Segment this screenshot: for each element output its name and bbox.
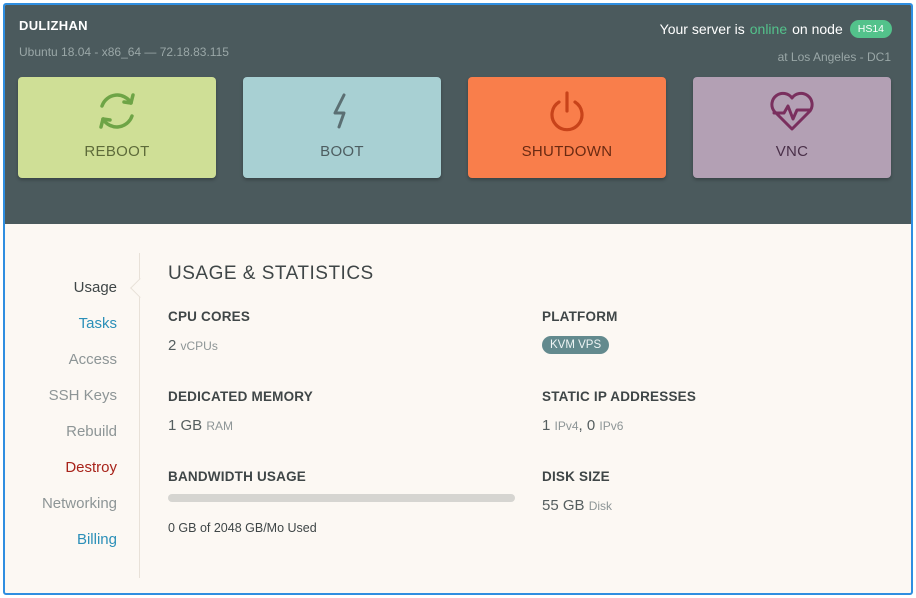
boot-label: BOOT — [320, 143, 364, 160]
server-panel: DULIZHAN Ubuntu 18.04 - x86_64 — 72.18.8… — [3, 3, 913, 595]
server-header: DULIZHAN Ubuntu 18.04 - x86_64 — 72.18.8… — [5, 5, 911, 224]
lightning-icon — [243, 89, 441, 133]
ipv4-unit: IPv4 — [554, 419, 579, 433]
memory-amount: 1 GB — [168, 417, 203, 434]
ipv6-count: 0 — [586, 417, 596, 434]
ip-addresses-label: STATIC IP ADDRESSES — [542, 389, 697, 404]
sidebar-item-tasks[interactable]: Tasks — [79, 315, 117, 332]
reboot-label: REBOOT — [84, 143, 150, 160]
ip-addresses-value: 1 IPv4, 0 IPv6 — [542, 417, 624, 434]
ipv4-count: 1 — [542, 417, 551, 434]
reboot-button[interactable]: REBOOT — [18, 77, 216, 178]
page-title: USAGE & STATISTICS — [168, 263, 374, 284]
sidebar-item-access[interactable]: Access — [69, 351, 117, 368]
sidebar-item-destroy[interactable]: Destroy — [65, 459, 117, 476]
sidebar-item-ssh-keys[interactable]: SSH Keys — [49, 387, 117, 404]
node-badge: HS14 — [849, 20, 892, 38]
cpu-cores-label: CPU CORES — [168, 309, 251, 324]
server-status: Your server is online on node HS14 — [660, 20, 892, 38]
sidebar-item-billing[interactable]: Billing — [77, 531, 117, 548]
sidebar-item-usage[interactable]: Usage — [74, 279, 117, 296]
boot-button[interactable]: BOOT — [243, 77, 441, 178]
cpu-unit: vCPUs — [180, 339, 218, 353]
cpu-count: 2 — [168, 337, 177, 354]
sidebar-item-networking[interactable]: Networking — [42, 495, 117, 512]
ipv6-unit: IPv6 — [599, 419, 624, 433]
bandwidth-usage-text: 0 GB of 2048 GB/Mo Used — [168, 521, 317, 535]
status-online: online — [749, 21, 788, 37]
shutdown-button[interactable]: SHUTDOWN — [468, 77, 666, 178]
platform-label: PLATFORM — [542, 309, 618, 324]
server-location: at Los Angeles - DC1 — [777, 50, 891, 64]
server-sysinfo: Ubuntu 18.04 - x86_64 — 72.18.83.115 — [19, 45, 229, 59]
memory-value: 1 GB RAM — [168, 417, 233, 434]
heartbeat-icon — [693, 89, 891, 133]
status-prefix: Your server is — [659, 21, 745, 37]
vnc-label: VNC — [775, 143, 809, 160]
disk-amount: 55 GB — [542, 497, 585, 514]
refresh-icon — [18, 89, 216, 133]
disk-size-value: 55 GB Disk — [542, 497, 612, 514]
vnc-button[interactable]: VNC — [693, 77, 891, 178]
bandwidth-label: BANDWIDTH USAGE — [168, 469, 306, 484]
disk-unit: Disk — [588, 499, 613, 513]
memory-unit: RAM — [206, 419, 234, 433]
sidebar-nav: Usage Tasks Access SSH Keys Rebuild Dest… — [5, 253, 140, 578]
cpu-cores-value: 2 vCPUs — [168, 337, 218, 354]
power-icon — [468, 89, 666, 133]
memory-label: DEDICATED MEMORY — [168, 389, 313, 404]
status-suffix: on node — [792, 21, 843, 37]
bandwidth-progress-bar — [168, 494, 515, 502]
server-hostname: DULIZHAN — [19, 18, 88, 33]
platform-badge: KVM VPS — [542, 336, 610, 354]
sidebar-item-rebuild[interactable]: Rebuild — [66, 423, 117, 440]
disk-size-label: DISK SIZE — [542, 469, 610, 484]
power-actions: REBOOT BOOT SHUTDOWN VNC — [18, 77, 892, 178]
shutdown-label: SHUTDOWN — [521, 143, 613, 160]
